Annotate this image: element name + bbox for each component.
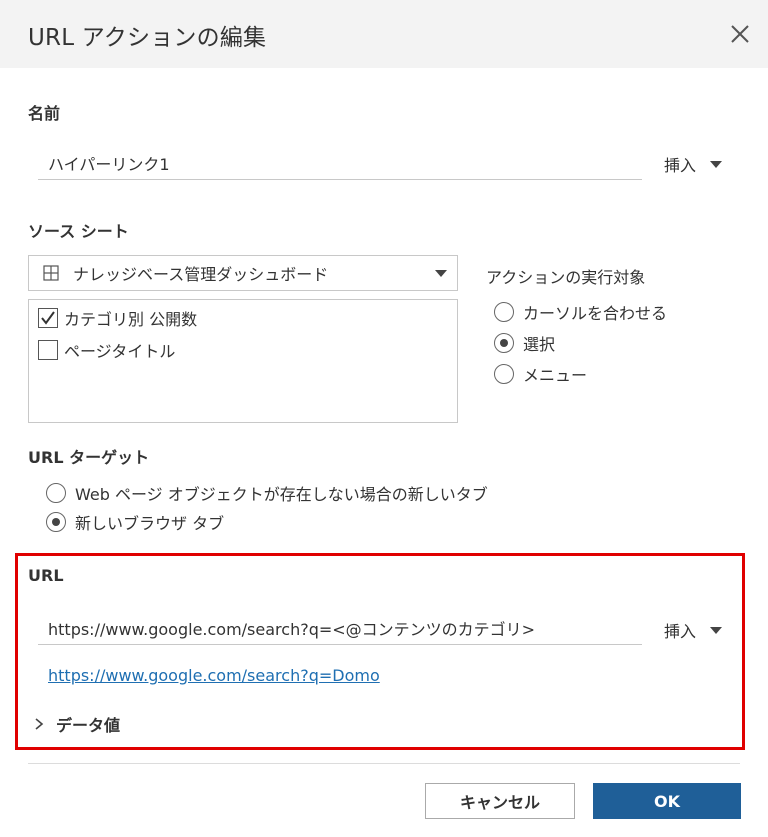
radio-button[interactable]	[494, 364, 514, 384]
radio-button[interactable]	[494, 302, 514, 322]
data-values-label: データ値	[56, 716, 121, 735]
name-label: 名前	[28, 104, 61, 123]
checkmark-icon	[41, 311, 55, 325]
url-target-label: URL ターゲット	[28, 448, 150, 467]
dropdown-arrow-icon	[710, 160, 723, 168]
url-input[interactable]	[38, 611, 642, 645]
radio-hover[interactable]: カーソルを合わせる	[494, 300, 667, 324]
radio-button[interactable]	[46, 512, 66, 532]
dialog-titlebar: URL アクションの編集	[0, 0, 768, 68]
radio-button[interactable]	[494, 333, 514, 353]
radio-new-browser-tab[interactable]: 新しいブラウザ タブ	[46, 510, 224, 534]
data-values-expander[interactable]: データ値	[34, 712, 120, 736]
radio-label: メニュー	[523, 366, 588, 385]
radio-label: 新しいブラウザ タブ	[75, 514, 225, 533]
grid-icon	[43, 265, 59, 281]
sheet-label: カテゴリ別 公開数	[64, 310, 198, 329]
dialog-title: URL アクションの編集	[28, 25, 267, 51]
radio-label: 選択	[523, 335, 556, 354]
url-section-highlight	[15, 553, 745, 750]
source-sheet-select[interactable]: ナレッジベース管理ダッシュボード	[28, 255, 458, 291]
source-sheet-selected: ナレッジベース管理ダッシュボード	[73, 265, 329, 284]
source-sheet-label: ソース シート	[28, 222, 129, 241]
radio-new-tab-if-no-web-object[interactable]: Web ページ オブジェクトが存在しない場合の新しいタブ	[46, 481, 488, 505]
radio-select[interactable]: 選択	[494, 331, 555, 355]
ok-button[interactable]: OK	[593, 783, 741, 819]
url-label: URL	[28, 566, 64, 585]
sheet-checkbox-row[interactable]: ページタイトル	[38, 338, 175, 362]
cancel-button[interactable]: キャンセル	[425, 783, 575, 819]
run-action-on-label: アクションの実行対象	[486, 268, 646, 287]
dropdown-arrow-icon	[435, 270, 447, 277]
radio-button[interactable]	[46, 483, 66, 503]
sheet-label: ページタイトル	[64, 342, 176, 361]
sheet-checkbox-row[interactable]: カテゴリ別 公開数	[38, 306, 197, 330]
name-insert-dropdown[interactable]: 挿入	[664, 152, 723, 176]
radio-menu[interactable]: メニュー	[494, 362, 587, 386]
dropdown-arrow-icon	[710, 626, 723, 634]
radio-label: Web ページ オブジェクトが存在しない場合の新しいタブ	[75, 485, 488, 504]
close-icon[interactable]	[726, 20, 754, 48]
radio-label: カーソルを合わせる	[523, 304, 668, 323]
name-input[interactable]	[38, 146, 642, 180]
url-insert-dropdown[interactable]: 挿入	[664, 618, 723, 642]
insert-label: 挿入	[664, 622, 697, 641]
footer-divider	[28, 763, 740, 764]
url-preview-link[interactable]: https://www.google.com/search?q=Domo	[48, 666, 380, 685]
checkbox[interactable]	[38, 308, 58, 328]
insert-label: 挿入	[664, 156, 697, 175]
chevron-right-icon	[35, 718, 44, 730]
checkbox[interactable]	[38, 340, 58, 360]
